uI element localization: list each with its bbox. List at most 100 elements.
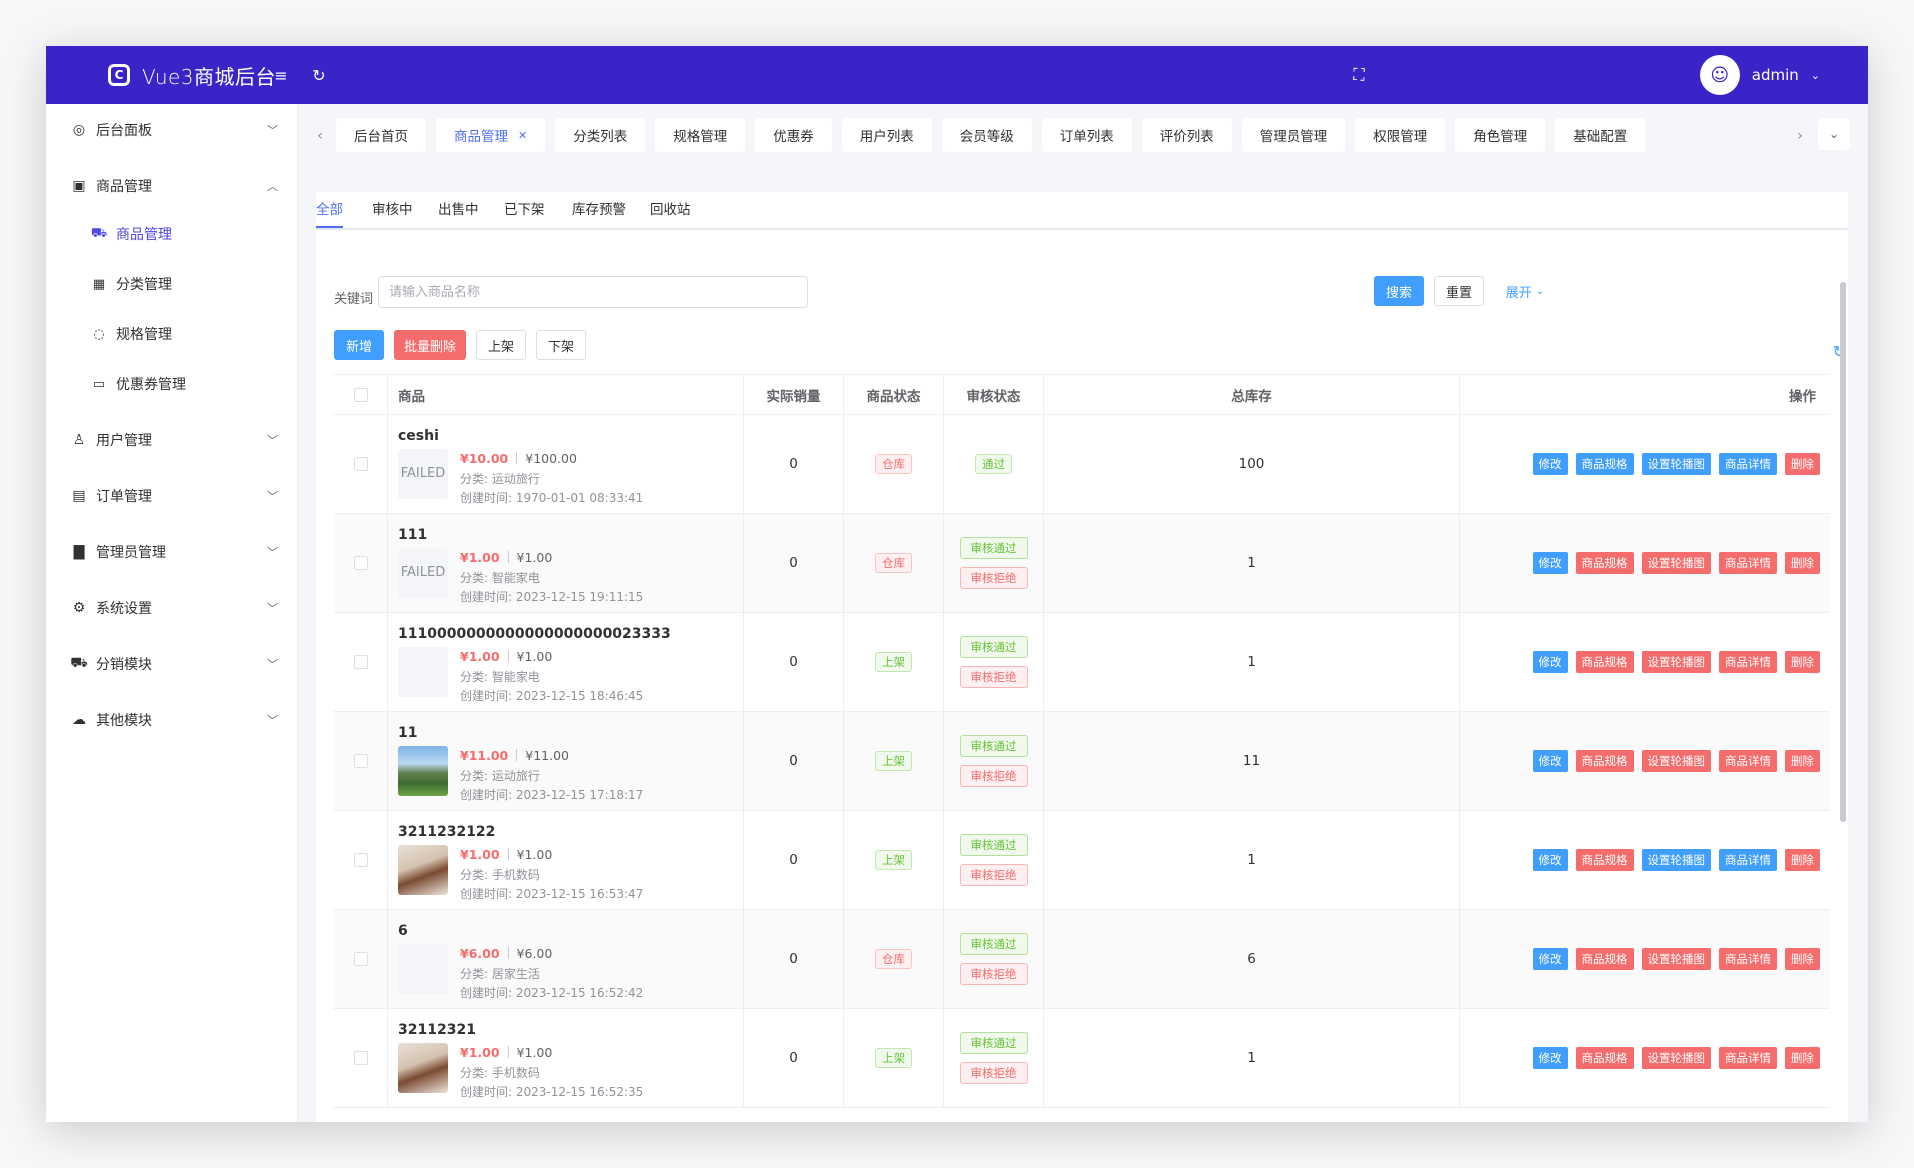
tab-1[interactable]: 商品管理 ✕ bbox=[436, 118, 546, 152]
tab-11[interactable]: 角色管理 bbox=[1455, 118, 1546, 152]
add-button[interactable]: 新增 bbox=[334, 330, 384, 360]
tab-5[interactable]: 用户列表 bbox=[841, 118, 932, 152]
sku-button[interactable]: 商品规格 bbox=[1575, 1047, 1634, 1069]
detail-button[interactable]: 商品详情 bbox=[1719, 651, 1777, 673]
tab-0[interactable]: 后台首页 bbox=[336, 118, 426, 152]
close-icon[interactable]: ✕ bbox=[518, 129, 527, 142]
detail-button[interactable]: 商品详情 bbox=[1719, 750, 1777, 772]
tab-12[interactable]: 基础配置 bbox=[1555, 118, 1646, 152]
tab-6[interactable]: 会员等级 bbox=[941, 118, 1032, 152]
delete-button[interactable]: 删除 bbox=[1785, 1047, 1820, 1069]
banner-button[interactable]: 设置轮播图 bbox=[1641, 1047, 1711, 1069]
audit-reject-button[interactable]: 审核拒绝 bbox=[959, 666, 1028, 688]
status-tab-2[interactable]: 出售中 bbox=[438, 196, 479, 228]
sku-button[interactable]: 商品规格 bbox=[1575, 453, 1634, 475]
banner-button[interactable]: 设置轮播图 bbox=[1641, 552, 1711, 574]
audit-pass-button[interactable]: 审核通过 bbox=[959, 1032, 1028, 1054]
sidebar-menu-2[interactable]: ♙ 用户管理 ﹀ bbox=[46, 416, 298, 464]
delete-button[interactable]: 删除 bbox=[1785, 651, 1820, 673]
row-checkbox[interactable] bbox=[353, 754, 368, 768]
off-shelf-button[interactable]: 下架 bbox=[536, 330, 586, 360]
tab-scroll-left-icon[interactable]: ‹ bbox=[310, 124, 330, 148]
sidebar-menu-3[interactable]: ▤ 订单管理 ﹀ bbox=[46, 472, 298, 520]
sku-button[interactable]: 商品规格 bbox=[1575, 849, 1634, 871]
status-tab-3[interactable]: 已下架 bbox=[504, 196, 545, 228]
sku-button[interactable]: 商品规格 bbox=[1575, 552, 1634, 574]
tab-2[interactable]: 分类列表 bbox=[555, 118, 646, 152]
status-tab-5[interactable]: 回收站 bbox=[650, 196, 691, 228]
status-tab-4[interactable]: 库存预警 bbox=[572, 196, 626, 228]
sidebar-sub-item-3[interactable]: ▭ 优惠券管理 bbox=[46, 362, 298, 406]
sidebar-menu-4[interactable]: ▇ 管理员管理 ﹀ bbox=[46, 528, 298, 576]
sku-button[interactable]: 商品规格 bbox=[1575, 750, 1634, 772]
row-checkbox[interactable] bbox=[353, 952, 368, 966]
logo[interactable]: C Vue3商城后台 bbox=[108, 46, 276, 104]
expand-button[interactable]: 展开 ⌄ bbox=[1502, 276, 1548, 306]
detail-button[interactable]: 商品详情 bbox=[1719, 948, 1777, 970]
audit-pass-button[interactable]: 审核通过 bbox=[959, 933, 1028, 955]
edit-button[interactable]: 修改 bbox=[1532, 849, 1568, 871]
user-dropdown[interactable]: ☺ admin ⌄ bbox=[1699, 46, 1820, 104]
delete-button[interactable]: 删除 bbox=[1785, 750, 1820, 772]
sidebar-menu-1[interactable]: ▣ 商品管理 ︿ bbox=[46, 162, 298, 210]
row-checkbox[interactable] bbox=[353, 457, 368, 471]
reset-button[interactable]: 重置 bbox=[1434, 276, 1484, 306]
tab-more-dropdown[interactable]: ⌄ bbox=[1818, 118, 1850, 150]
detail-button[interactable]: 商品详情 bbox=[1719, 849, 1777, 871]
edit-button[interactable]: 修改 bbox=[1532, 552, 1568, 574]
audit-pass-button[interactable]: 审核通过 bbox=[959, 537, 1028, 559]
audit-reject-button[interactable]: 审核拒绝 bbox=[959, 567, 1028, 589]
detail-button[interactable]: 商品详情 bbox=[1719, 453, 1777, 475]
row-checkbox[interactable] bbox=[353, 1051, 368, 1065]
row-checkbox[interactable] bbox=[353, 655, 368, 669]
audit-pass-button[interactable]: 审核通过 bbox=[959, 735, 1028, 757]
delete-button[interactable]: 删除 bbox=[1785, 453, 1820, 475]
row-checkbox[interactable] bbox=[353, 853, 368, 867]
sidebar-sub-item-0[interactable]: ⛟ 商品管理 bbox=[46, 212, 298, 256]
audit-reject-button[interactable]: 审核拒绝 bbox=[959, 864, 1028, 886]
banner-button[interactable]: 设置轮播图 bbox=[1641, 651, 1711, 673]
edit-button[interactable]: 修改 bbox=[1532, 1047, 1568, 1069]
tab-3[interactable]: 规格管理 bbox=[655, 118, 746, 152]
banner-button[interactable]: 设置轮播图 bbox=[1641, 948, 1711, 970]
audit-pass-button[interactable]: 审核通过 bbox=[959, 834, 1028, 856]
tab-10[interactable]: 权限管理 bbox=[1355, 118, 1446, 152]
delete-button[interactable]: 删除 bbox=[1785, 948, 1820, 970]
tab-scroll-right-icon[interactable]: › bbox=[1790, 124, 1810, 148]
status-tab-1[interactable]: 审核中 bbox=[372, 196, 413, 228]
banner-button[interactable]: 设置轮播图 bbox=[1641, 750, 1711, 772]
audit-reject-button[interactable]: 审核拒绝 bbox=[959, 765, 1028, 787]
scrollbar[interactable] bbox=[1840, 282, 1846, 822]
sku-button[interactable]: 商品规格 bbox=[1575, 651, 1634, 673]
sidebar-menu-5[interactable]: ⚙ 系统设置 ﹀ bbox=[46, 584, 298, 632]
menu-fold-icon[interactable]: ≡ bbox=[270, 64, 292, 86]
tab-7[interactable]: 订单列表 bbox=[1041, 118, 1132, 152]
fullscreen-icon[interactable]: ⛶ bbox=[1348, 64, 1370, 86]
sidebar-menu-0[interactable]: ◎ 后台面板 ﹀ bbox=[46, 106, 298, 154]
status-tab-0[interactable]: 全部 bbox=[316, 196, 343, 228]
detail-button[interactable]: 商品详情 bbox=[1719, 1047, 1777, 1069]
edit-button[interactable]: 修改 bbox=[1532, 948, 1568, 970]
banner-button[interactable]: 设置轮播图 bbox=[1641, 453, 1711, 475]
on-shelf-button[interactable]: 上架 bbox=[476, 330, 526, 360]
batch-delete-button[interactable]: 批量删除 bbox=[394, 330, 466, 360]
keyword-input[interactable] bbox=[378, 276, 808, 308]
sidebar-sub-item-1[interactable]: ▦ 分类管理 bbox=[46, 262, 298, 306]
sidebar-menu-6[interactable]: ⛟ 分销模块 ﹀ bbox=[46, 640, 298, 688]
audit-pass-button[interactable]: 审核通过 bbox=[959, 636, 1028, 658]
edit-button[interactable]: 修改 bbox=[1532, 453, 1568, 475]
tab-9[interactable]: 管理员管理 bbox=[1241, 118, 1346, 152]
tab-8[interactable]: 评价列表 bbox=[1141, 118, 1232, 152]
delete-button[interactable]: 删除 bbox=[1785, 552, 1820, 574]
search-button[interactable]: 搜索 bbox=[1374, 276, 1424, 306]
edit-button[interactable]: 修改 bbox=[1532, 651, 1568, 673]
sidebar-menu-7[interactable]: ☁ 其他模块 ﹀ bbox=[46, 696, 298, 744]
sidebar-sub-item-2[interactable]: ◌ 规格管理 bbox=[46, 312, 298, 356]
sku-button[interactable]: 商品规格 bbox=[1575, 948, 1634, 970]
delete-button[interactable]: 删除 bbox=[1785, 849, 1820, 871]
row-checkbox[interactable] bbox=[353, 556, 368, 570]
edit-button[interactable]: 修改 bbox=[1532, 750, 1568, 772]
select-all-checkbox[interactable] bbox=[353, 387, 368, 402]
refresh-icon[interactable]: ↻ bbox=[308, 64, 330, 86]
audit-reject-button[interactable]: 审核拒绝 bbox=[959, 963, 1028, 985]
